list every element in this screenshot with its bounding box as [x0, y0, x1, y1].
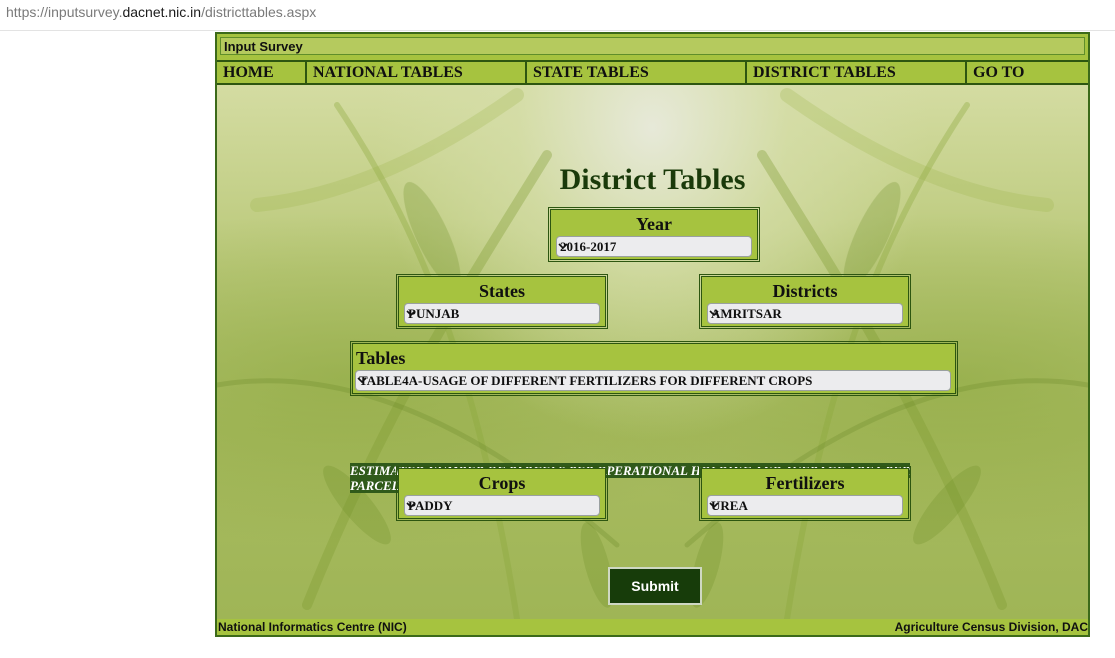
tables-label: Tables: [356, 348, 406, 368]
chevron-down-icon: [406, 310, 416, 317]
fertilizers-select[interactable]: UREA: [707, 495, 903, 516]
tables-select-value: TABLE4A-USAGE OF DIFFERENT FERTILIZERS F…: [359, 373, 813, 388]
chevron-down-icon: [558, 243, 568, 250]
crops-field-box: Crops PADDY: [396, 466, 608, 521]
fertilizers-label: Fertilizers: [765, 473, 845, 493]
nav-state-tables[interactable]: STATE TABLES: [527, 62, 747, 83]
page-footer: National Informatics Centre (NIC) Agricu…: [217, 619, 1088, 635]
chevron-down-icon: [357, 377, 367, 384]
nav-district-tables[interactable]: DISTRICT TABLES: [747, 62, 967, 83]
crops-select[interactable]: PADDY: [404, 495, 600, 516]
url-path: /districttables.aspx: [201, 4, 317, 20]
crops-label: Crops: [478, 473, 526, 493]
fertilizers-field-box: Fertilizers UREA: [699, 466, 911, 521]
tables-field-box: Tables TABLE4A-USAGE OF DIFFERENT FERTIL…: [350, 341, 958, 396]
districts-field-box: Districts AMRITSAR: [699, 274, 911, 329]
states-field-box: States PUNJAB: [396, 274, 608, 329]
browser-address-bar[interactable]: https://inputsurvey.dacnet.nic.in/distri…: [0, 0, 1115, 31]
wheat-background: District Tables Year 2016-2017 States PU…: [217, 85, 1088, 619]
url-prefix: https://inputsurvey.: [6, 4, 123, 20]
chevron-down-icon: [709, 310, 719, 317]
districts-select[interactable]: AMRITSAR: [707, 303, 903, 324]
year-field-box: Year 2016-2017: [548, 207, 760, 262]
nav-go-to[interactable]: GO TO: [967, 62, 1088, 83]
submit-button[interactable]: Submit: [608, 567, 702, 605]
tables-select[interactable]: TABLE4A-USAGE OF DIFFERENT FERTILIZERS F…: [355, 370, 951, 391]
app-title-bar: Input Survey: [220, 37, 1085, 55]
states-select[interactable]: PUNJAB: [404, 303, 600, 324]
page-title: District Tables: [559, 163, 746, 196]
main-nav: HOME NATIONAL TABLES STATE TABLES DISTRI…: [217, 60, 1088, 85]
app-title: Input Survey: [224, 39, 303, 54]
chevron-down-icon: [709, 502, 719, 509]
nav-home[interactable]: HOME: [217, 62, 307, 83]
page-frame: Input Survey HOME NATIONAL TABLES STATE …: [215, 32, 1090, 637]
districts-select-value: AMRITSAR: [711, 306, 782, 321]
nav-national-tables[interactable]: NATIONAL TABLES: [307, 62, 527, 83]
year-label: Year: [636, 214, 672, 234]
states-label: States: [479, 281, 525, 301]
footer-left-text: National Informatics Centre (NIC): [218, 620, 407, 634]
year-select[interactable]: 2016-2017: [556, 236, 752, 257]
footer-right-text: Agriculture Census Division, DAC: [894, 620, 1088, 634]
chevron-down-icon: [406, 502, 416, 509]
url-domain: dacnet.nic.in: [122, 4, 202, 20]
url-text[interactable]: https://inputsurvey.dacnet.nic.in/distri…: [6, 4, 316, 20]
districts-label: Districts: [772, 281, 838, 301]
